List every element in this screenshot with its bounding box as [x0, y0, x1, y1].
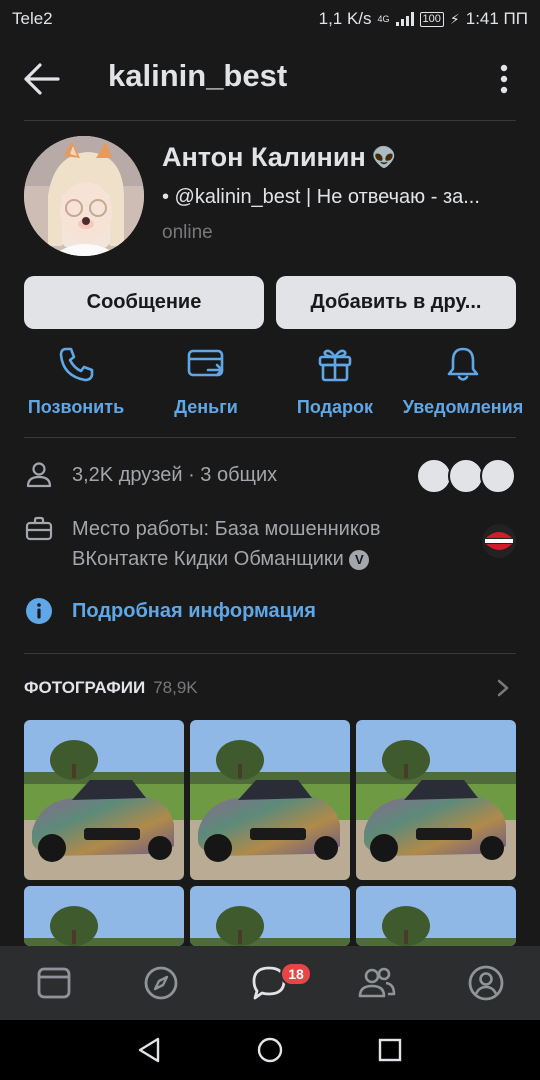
profile-icon[interactable] [467, 964, 505, 1002]
photo-thumbnail[interactable] [24, 886, 184, 946]
more-info-label: Подробная информация [72, 599, 316, 622]
mutual-friend-avatar [448, 458, 484, 494]
info-divider [24, 653, 516, 654]
briefcase-icon [25, 516, 53, 541]
battery-icon: 100 [419, 11, 444, 27]
mutual-friends-avatars[interactable] [416, 458, 516, 494]
info-icon [26, 598, 52, 624]
profile-name-text: Антон Калинин [162, 142, 366, 172]
status-indicators: 1,1 K/s 4G 100 ⚡ 1:41 ПП [319, 9, 528, 29]
friends-count: 3,2K друзей · 3 общих [72, 464, 278, 486]
system-navigation-bar [0, 1020, 540, 1080]
work-group-logo[interactable] [482, 524, 516, 558]
mutual-friend-avatar [480, 458, 516, 494]
bell-icon [447, 347, 479, 381]
photo-thumbnail[interactable] [24, 720, 184, 880]
actions-divider [24, 437, 516, 438]
add-friend-button[interactable]: Добавить в дру... [276, 276, 516, 329]
photos-header[interactable]: ФОТОГРАФИИ 78,9K [24, 676, 516, 700]
work-row[interactable]: Место работы: База мошенников ВКонтакте … [24, 514, 381, 574]
friends-row[interactable]: 3,2K друзей · 3 общих [24, 460, 277, 490]
photos-count: 78,9K [153, 678, 198, 697]
profile-status[interactable]: • @kalinin_best | Не отвечаю - за... [162, 186, 514, 209]
mutual-friend-avatar [416, 458, 452, 494]
group-logo-icon [482, 524, 516, 558]
action-call[interactable]: Позвонить [16, 344, 136, 424]
user-icon [26, 462, 52, 488]
action-call-label: Позвонить [27, 397, 125, 417]
discover-icon[interactable] [142, 964, 180, 1002]
header-divider [24, 120, 516, 121]
message-button[interactable]: Сообщение [24, 276, 264, 329]
photo-thumbnail[interactable] [190, 886, 350, 946]
battery-level: 100 [422, 13, 441, 25]
photos-title: ФОТОГРАФИИ [24, 678, 146, 697]
arrow-left-icon[interactable] [22, 62, 62, 96]
feed-icon[interactable] [35, 964, 73, 1002]
status-bar: Tele2 1,1 K/s 4G 100 ⚡ 1:41 ПП [0, 0, 540, 38]
photo-thumbnail[interactable] [356, 886, 516, 946]
alien-emoji: 👽 [371, 147, 397, 169]
bottom-tab-bar [0, 946, 540, 1020]
page-title: kalinin_best [108, 58, 288, 93]
network-type-icon: 4G [377, 13, 390, 24]
action-money[interactable]: Деньги [146, 344, 266, 424]
clock: 1:41 ПП [465, 9, 528, 28]
home-circle-icon[interactable] [256, 1036, 284, 1064]
action-notifications[interactable]: Уведомления [398, 344, 528, 424]
network-speed: 1,1 K/s [318, 9, 372, 28]
action-notifications-label: Уведомления [402, 397, 524, 417]
work-line-1: Место работы: База мошенников [72, 518, 381, 540]
action-gift-label: Подарок [296, 397, 374, 417]
action-money-label: Деньги [174, 397, 238, 417]
work-line-2-text: ВКонтакте Кидки Обманщики [72, 548, 344, 570]
friends-icon[interactable] [358, 964, 396, 1002]
recents-square-icon[interactable] [376, 1036, 404, 1064]
avatar-photo [24, 136, 144, 256]
gift-icon [318, 349, 352, 382]
photo-thumbnail[interactable] [356, 720, 516, 880]
messages-badge: 18 [280, 962, 312, 986]
action-gift[interactable]: Подарок [275, 344, 395, 424]
online-status: online [162, 222, 213, 243]
work-text: Место работы: База мошенников ВКонтакте … [72, 514, 381, 574]
phone-icon [59, 347, 94, 382]
work-line-2: ВКонтакте Кидки Обманщики V [72, 544, 381, 574]
chevron-right-icon [497, 679, 509, 697]
photo-thumbnail[interactable] [190, 720, 350, 880]
top-bar: kalinin_best [0, 38, 540, 120]
avatar[interactable] [24, 136, 144, 256]
profile-name: Антон Калинин 👽 [162, 142, 397, 173]
verified-icon: V [349, 549, 370, 570]
signal-icon [395, 12, 414, 26]
money-transfer-icon [187, 349, 224, 377]
more-vertical-icon[interactable] [492, 62, 516, 96]
charging-icon: ⚡ [449, 10, 460, 27]
back-triangle-icon[interactable] [136, 1036, 164, 1064]
more-info-link[interactable]: Подробная информация [24, 596, 316, 626]
carrier-name: Tele2 [12, 9, 53, 28]
